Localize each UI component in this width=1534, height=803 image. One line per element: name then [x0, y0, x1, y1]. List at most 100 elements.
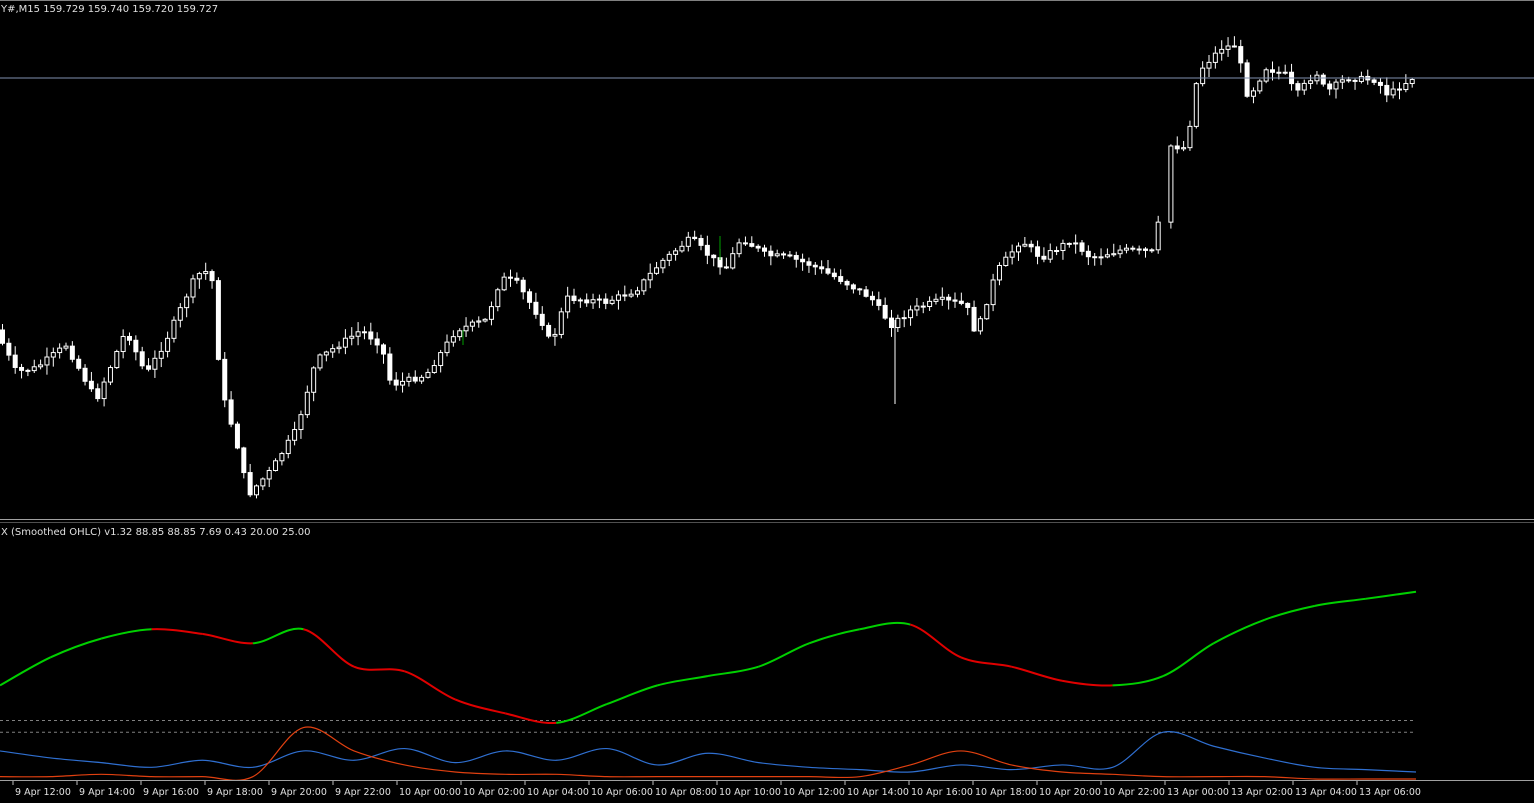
candle-body-bull — [1123, 247, 1129, 251]
candle-body-bear — [1371, 79, 1377, 83]
candle-body-bull — [927, 300, 933, 308]
candle-body-bull — [44, 356, 50, 366]
time-axis-label: 10 Apr 08:00 — [655, 787, 717, 798]
candle-body-bear — [800, 258, 806, 263]
candle-body-bull — [577, 299, 583, 302]
adx-segment-falling — [454, 698, 506, 715]
candle-body-bear — [819, 266, 825, 270]
adx-segment-rising — [1213, 618, 1265, 645]
candle-body-bear — [781, 253, 787, 256]
chart-window[interactable]: Y#,M15 159.729 159.740 159.720 159.727 9… — [0, 0, 1534, 803]
candle-body-bear — [1041, 255, 1047, 260]
pane-separator[interactable] — [0, 519, 1534, 520]
candle-body-bull — [939, 296, 945, 300]
candle-body-bear — [806, 261, 812, 266]
candle-body-bear — [1028, 243, 1034, 248]
candle-body-bull — [1022, 243, 1028, 247]
candle-body-bear — [234, 423, 240, 449]
candle-body-bear — [82, 367, 88, 382]
candle-body-bear — [869, 295, 875, 301]
candle-body-bear — [952, 299, 958, 302]
candle-body-bear — [514, 277, 520, 281]
time-axis-label: 13 Apr 02:00 — [1231, 787, 1293, 798]
adx-segment-rising — [657, 675, 709, 687]
candle-body-bull — [152, 357, 158, 370]
time-axis-label: 10 Apr 16:00 — [911, 787, 973, 798]
time-axis-label: 13 Apr 06:00 — [1359, 787, 1421, 798]
candle-body-bear — [692, 236, 698, 240]
candle-body-bull — [1257, 80, 1263, 92]
candle-body-bull — [495, 289, 501, 308]
candle-body-bull — [457, 330, 463, 338]
candle-body-bull — [908, 309, 914, 319]
candle-body-bull — [177, 307, 183, 321]
candle-body-bull — [736, 242, 742, 255]
candle-body-bear — [946, 296, 952, 301]
candle-body-bull — [1339, 79, 1345, 83]
candle-body-bull — [666, 253, 672, 261]
candle-body-bear — [546, 324, 552, 337]
candle-body-bear — [603, 298, 609, 304]
candle-body-bull — [438, 352, 444, 367]
candle-body-bear — [812, 264, 818, 268]
candle-body-bull — [317, 354, 323, 369]
time-axis-border — [0, 780, 1534, 781]
candle-body-bull — [1276, 71, 1282, 74]
candle-body-bear — [247, 472, 253, 496]
candle-body-bear — [393, 379, 399, 386]
adx-segment-rising — [252, 627, 304, 645]
candle-body-bull — [933, 298, 939, 302]
candle-body-bull — [298, 414, 304, 431]
adx-segment-falling — [151, 628, 203, 635]
candle-body-bear — [133, 339, 139, 353]
candle-body-bull — [114, 351, 120, 369]
candle-body-bear — [1085, 250, 1091, 258]
candle-body-bull — [1117, 249, 1123, 255]
adx-segment-rising — [1314, 597, 1366, 607]
candle-body-bull — [990, 279, 996, 306]
candle-body-bull — [1016, 245, 1021, 253]
time-axis-label: 9 Apr 14:00 — [79, 787, 135, 798]
candle-body-bear — [857, 288, 863, 291]
candle-body-bull — [165, 337, 171, 352]
adx-segment-falling — [353, 665, 405, 673]
candle-body-bull — [254, 485, 259, 496]
adx-segment-rising — [758, 642, 810, 668]
price-chart-svg[interactable]: 9 Apr 12:00 9 Apr 14:00 9 Apr 16:00 9 Apr 1… — [0, 0, 1534, 803]
candle-body-bear — [12, 354, 18, 368]
candle-body-bear — [1143, 248, 1148, 251]
candle-body-bull — [1409, 79, 1415, 85]
candle-body-bear — [215, 280, 221, 360]
candle-body-bull — [304, 391, 310, 416]
candle-body-bear — [1397, 88, 1402, 91]
candle-body-bull — [292, 429, 298, 441]
candle-body-bear — [711, 254, 717, 259]
candle-body-bull — [425, 371, 431, 378]
time-axis-label: 10 Apr 00:00 — [399, 787, 461, 798]
candle-body-bull — [184, 296, 190, 309]
time-axis-label: 10 Apr 12:00 — [783, 787, 845, 798]
candle-body-bear — [387, 353, 393, 381]
candle-body-bear — [1092, 256, 1098, 259]
time-axis-label: 9 Apr 16:00 — [143, 787, 199, 798]
candle-body-bear — [1295, 83, 1301, 91]
candle-body-bear — [508, 276, 513, 279]
candle-body-bull — [1168, 145, 1174, 223]
candle-body-bull — [1225, 45, 1231, 50]
candle-body-bull — [1263, 69, 1269, 82]
adx-segment-rising — [556, 703, 608, 724]
time-axis-label: 10 Apr 10:00 — [719, 787, 781, 798]
candle-body-bull — [635, 290, 640, 295]
candle-body-bear — [6, 342, 12, 356]
time-axis-label: 10 Apr 22:00 — [1103, 787, 1165, 798]
candle-body-bull — [158, 350, 164, 359]
candle-body-bear — [825, 268, 831, 274]
time-axis-label: 10 Apr 04:00 — [527, 787, 589, 798]
candle-body-bull — [260, 478, 266, 487]
candle-body-bull — [641, 279, 647, 292]
candle-body-bull — [1054, 250, 1060, 253]
candle-body-bear — [920, 305, 926, 308]
candle-body-bear — [127, 335, 132, 341]
candle-body-bull — [101, 381, 107, 400]
candle-body-bear — [704, 244, 710, 256]
